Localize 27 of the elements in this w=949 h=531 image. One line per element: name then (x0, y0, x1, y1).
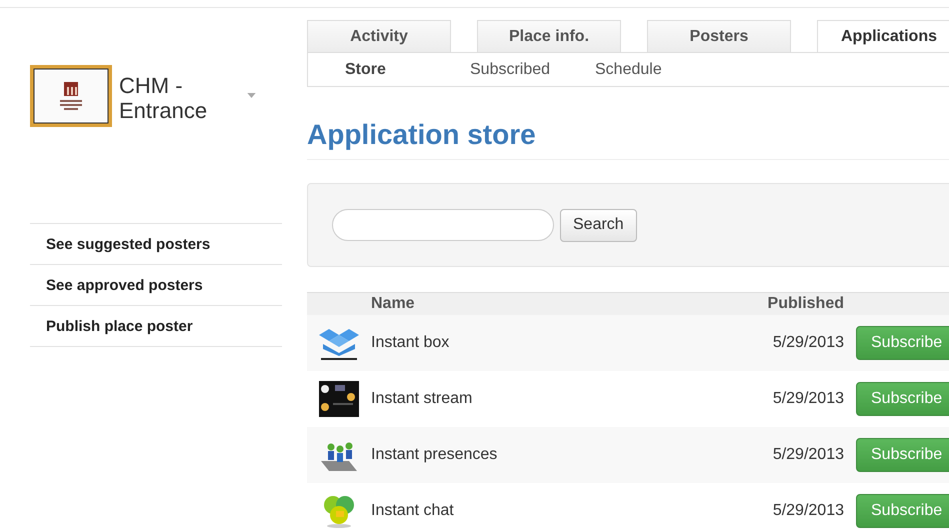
search-button[interactable]: Search (560, 208, 637, 242)
tab[interactable]: Place info. (477, 20, 621, 52)
sidebar-link[interactable]: See suggested posters (30, 224, 282, 265)
page-heading: Application store (307, 119, 949, 160)
table-cell-text: 5/29/2013 (772, 334, 844, 352)
subtab[interactable]: Schedule (595, 60, 720, 78)
table-cell-text: Instant stream (371, 390, 474, 408)
tab[interactable]: Applications (817, 20, 949, 52)
video-screens-icon (319, 381, 359, 417)
table-cell-text: 5/29/2013 (772, 390, 844, 408)
column-header: Published (766, 295, 844, 313)
column-header: Name (371, 295, 416, 313)
place-name[interactable]: CHM - Entrance (119, 73, 239, 123)
tab[interactable]: Activity (307, 20, 451, 52)
search-field[interactable] (332, 209, 554, 241)
table-cell-text: Instant box (371, 334, 450, 352)
sidebar-link[interactable]: Publish place poster (30, 306, 282, 347)
tab[interactable]: Posters (647, 20, 791, 52)
museum-logo-icon (30, 65, 112, 127)
table-cell-text: Instant chat (371, 502, 455, 520)
subtab[interactable]: Store (345, 60, 470, 78)
table-cell-text: 5/29/2013 (772, 502, 844, 520)
table-cell-text: Instant presences (371, 446, 498, 464)
table-cell-text: 5/29/2013 (772, 446, 844, 464)
sidebar-link[interactable]: See approved posters (30, 265, 282, 306)
dropdown-caret-icon[interactable] (247, 93, 256, 98)
subtab[interactable]: Subscribed (470, 60, 595, 78)
